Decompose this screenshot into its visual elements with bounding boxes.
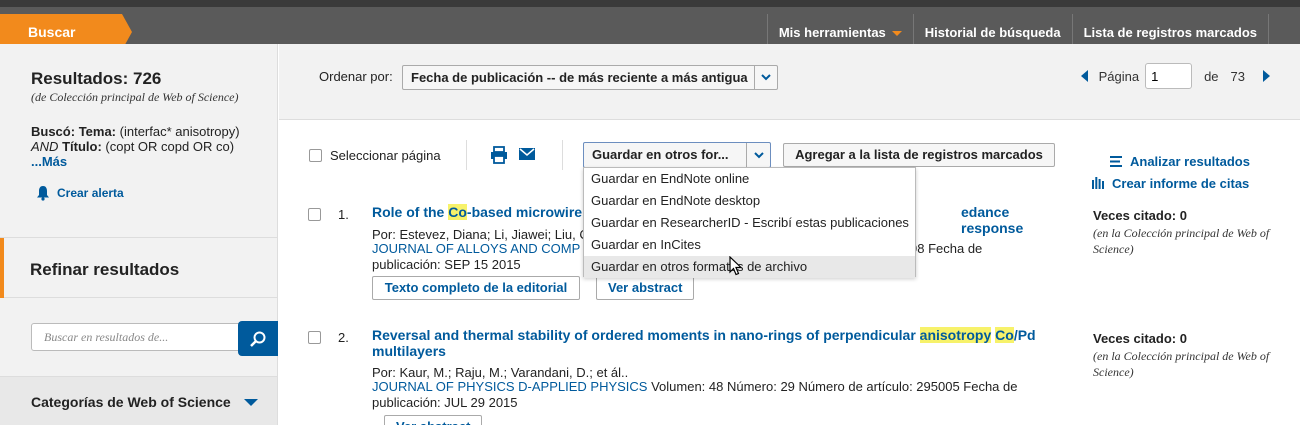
chevron-down-icon — [754, 66, 777, 89]
print-icon[interactable] — [490, 146, 508, 164]
results-collection: (de Colección principal de Web of Scienc… — [31, 90, 239, 104]
save-to-dropdown-menu: Guardar en EndNote online Guardar en End… — [583, 167, 916, 278]
record-number: 1. — [338, 207, 349, 222]
select-page[interactable]: Seleccionar página — [309, 148, 441, 163]
refine-search — [31, 321, 278, 356]
refine-search-input[interactable] — [31, 323, 241, 351]
citation-report-label: Crear informe de citas — [1112, 175, 1250, 191]
analyze-results-link[interactable]: Analizar resultados — [1092, 150, 1250, 172]
chevron-down-icon — [891, 31, 902, 37]
sort-bar: Ordenar por: Fecha de publicación -- de … — [279, 44, 1300, 120]
save-option-researcherid[interactable]: Guardar en ResearcherID - Escribí estas … — [584, 212, 915, 234]
select-page-checkbox[interactable] — [309, 149, 322, 162]
citation-report-link[interactable]: Crear informe de citas — [1092, 172, 1250, 194]
record-authors: Por: Kaur, M.; Raju, M.; Varandani, D.; … — [372, 365, 629, 380]
record-checkbox[interactable] — [308, 331, 321, 344]
bar-chart-icon — [1092, 177, 1104, 189]
list-icon — [1110, 155, 1122, 167]
view-abstract-button[interactable]: Ver abstract — [596, 276, 695, 300]
wos-categories-toggle[interactable]: Categorías de Web of Science — [0, 376, 277, 425]
record-source-tail: 98 Fecha de — [910, 241, 983, 256]
page-label: Página — [1098, 68, 1140, 84]
record-journal-link[interactable]: JOURNAL OF PHYSICS D-APPLIED PHYSICS — [372, 379, 647, 394]
record-source-tail: Volumen: 48 Número: 29 Número de artícul… — [647, 379, 1018, 394]
chevron-down-icon — [244, 399, 258, 406]
times-cited: Veces citado: 0 — [1093, 208, 1187, 223]
save-option-endnote-desktop[interactable]: Guardar en EndNote desktop — [584, 190, 915, 212]
add-to-marked-list-button[interactable]: Agregar a la lista de registros marcados — [783, 143, 1055, 167]
record-checkbox[interactable] — [308, 208, 321, 221]
title-part: Reversal and thermal stability of ordere… — [372, 327, 920, 343]
times-cited-note: (en la Colección principal de Web of Sci… — [1093, 349, 1270, 379]
sort-select-value: Fecha de publicación -- de más reciente … — [411, 70, 748, 85]
page-number-input[interactable] — [1145, 63, 1193, 89]
pagination: Página de 73 — [1080, 63, 1270, 89]
query-topic-label: Tema: — [78, 124, 117, 139]
record-journal-link[interactable]: JOURNAL OF ALLOYS AND COMP — [372, 241, 580, 256]
publisher-fulltext-button[interactable]: Texto completo de la editorial — [372, 276, 580, 300]
page-of-label: de — [1204, 68, 1219, 84]
email-icon[interactable] — [519, 148, 535, 160]
mouse-cursor-icon — [729, 256, 743, 276]
view-abstract-button[interactable]: Ver abstract — [384, 415, 483, 425]
times-cited-note: (en la Colección principal de Web of Sci… — [1093, 226, 1270, 256]
sort-label: Ordenar por: — [319, 69, 393, 84]
save-to-select[interactable]: Guardar en otros for... — [583, 142, 771, 168]
analyze-results-label: Analizar resultados — [1130, 153, 1250, 169]
select-page-label: Seleccionar página — [330, 148, 441, 163]
query-title-label: Título: — [62, 139, 102, 154]
save-option-other-formats[interactable]: Guardar en otros formatos de archivo — [584, 256, 915, 278]
sort-select[interactable]: Fecha de publicación -- de más reciente … — [402, 65, 778, 90]
analysis-links: Analizar resultados Crear informe de cit… — [1092, 150, 1250, 194]
record-authors: Por: Estevez, Diana; Li, Jiawei; Liu, C — [372, 227, 589, 242]
top-bar: Buscar Mis herramientas Historial de bús… — [0, 0, 1300, 51]
title-highlight: anisotropy — [919, 327, 992, 343]
title-highlight: Co — [995, 327, 1014, 343]
record-title-link[interactable]: Reversal and thermal stability of ordere… — [372, 327, 1062, 359]
record-pubdate: publicación: SEP 15 2015 — [372, 257, 521, 272]
refine-results-header: Refinar resultados — [0, 237, 277, 298]
record-source: JOURNAL OF PHYSICS D-APPLIED PHYSICS Vol… — [372, 379, 1062, 411]
save-option-incites[interactable]: Guardar en InCites — [584, 234, 915, 256]
query-and: AND — [31, 139, 59, 154]
divider — [562, 140, 563, 170]
record-pubdate: publicación: JUL 29 2015 — [372, 395, 518, 410]
create-alert-label: Crear alerta — [57, 186, 124, 200]
record-number: 2. — [338, 330, 349, 345]
query-title-value: (copt OR copd OR co) — [105, 139, 235, 154]
query-prefix: Buscó: — [31, 124, 76, 139]
chevron-down-icon — [746, 143, 770, 167]
left-sidebar: Resultados: 726 (de Colección principal … — [0, 44, 278, 425]
my-tools-label: Mis herramientas — [778, 25, 886, 40]
wos-categories-heading: Categorías de Web of Science — [31, 394, 231, 410]
results-count: Resultados: 726 — [31, 69, 162, 88]
title-part: edance response — [961, 204, 1024, 236]
prev-page-icon[interactable] — [1080, 70, 1088, 82]
refine-results-heading: Refinar resultados — [30, 260, 180, 279]
times-cited: Veces citado: 0 — [1093, 331, 1187, 346]
create-alert-link[interactable]: Crear alerta — [36, 185, 124, 201]
refine-accent-bar — [0, 238, 4, 298]
total-pages: 73 — [1230, 68, 1245, 84]
save-to-select-value: Guardar en otros for... — [592, 147, 729, 162]
search-query-summary: Buscó: Tema: (interfac* anisotropy) AND … — [31, 124, 271, 169]
title-part: -based microwire — [466, 204, 583, 220]
refine-search-button[interactable] — [238, 321, 278, 356]
search-icon — [250, 331, 266, 347]
bell-icon — [37, 186, 49, 201]
more-link[interactable]: ...Más — [31, 154, 67, 169]
title-highlight: Co — [448, 204, 467, 220]
query-topic-value: (interfac* anisotropy) — [119, 124, 240, 139]
title-part: Role of the — [372, 204, 449, 220]
save-option-endnote-online[interactable]: Guardar en EndNote online — [584, 168, 915, 190]
divider — [466, 140, 467, 170]
next-page-icon[interactable] — [1263, 70, 1270, 82]
